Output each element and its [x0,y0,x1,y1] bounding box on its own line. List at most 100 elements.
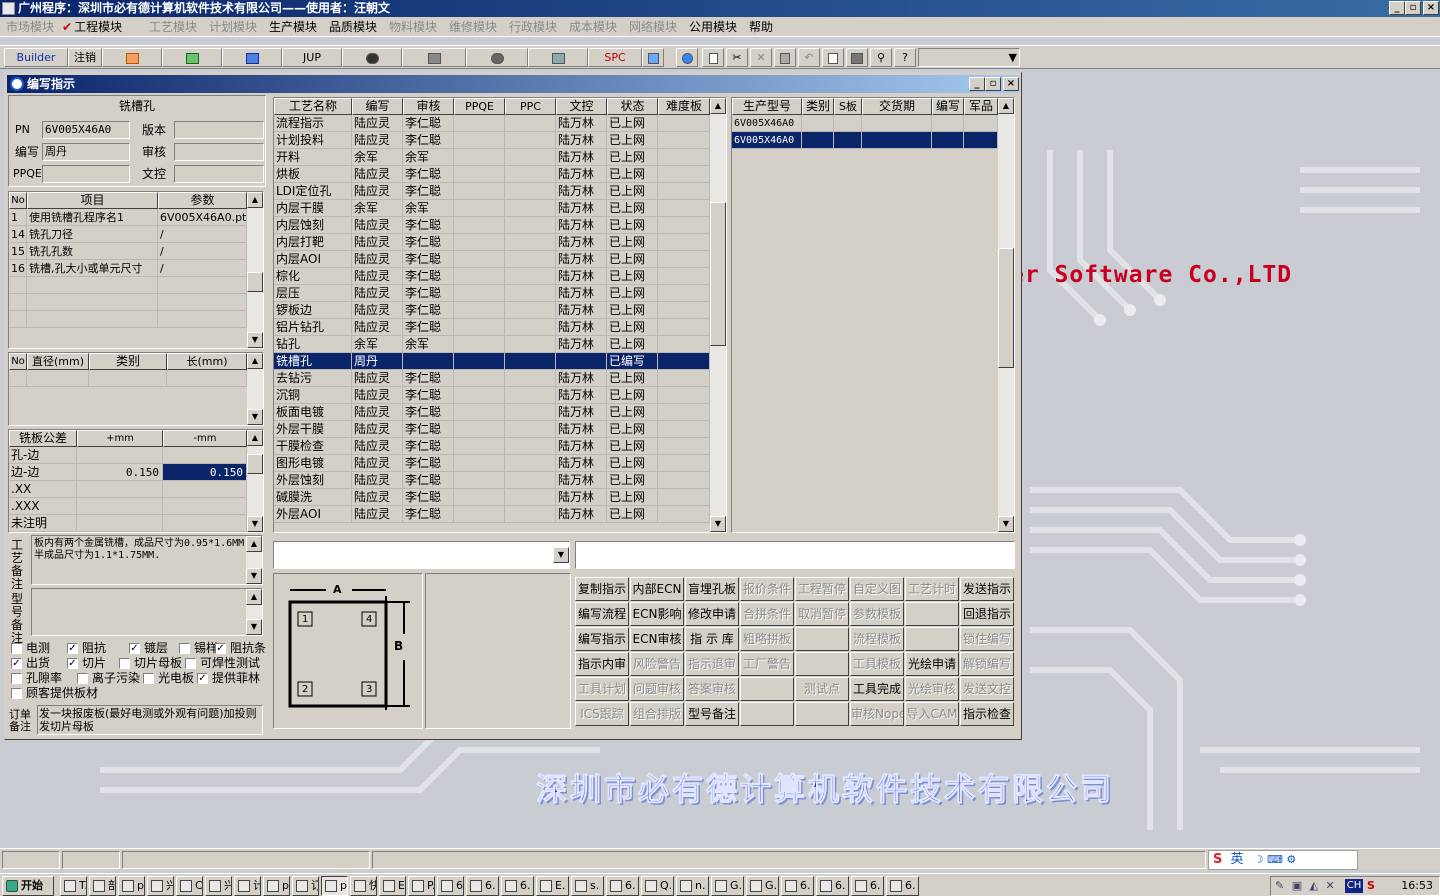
action-button-5-2[interactable]: 型号备注 [685,702,739,726]
action-button-5-5[interactable]: 审核Nope [850,702,904,726]
action-button-5-4[interactable] [795,702,849,726]
action-button-1-1[interactable]: ECN影响 [630,602,684,626]
dia-header-diameter[interactable]: 直径(mm) [27,353,89,370]
table-row[interactable]: 碱膜洗 陆应灵 李仁聪 陆万林 已上网 [274,489,710,506]
dia-header-no[interactable]: No [9,353,27,370]
taskbar-item[interactable]: 6. [466,876,499,896]
table-row[interactable]: 板面电镀 陆应灵 李仁聪 陆万林 已上网 [274,404,710,421]
table-cell[interactable]: 0.150 [163,464,247,481]
table-row[interactable]: 6V005X46A0 [732,115,998,132]
taskbar-item[interactable]: G. [746,876,779,896]
tol-header-plus[interactable]: +mm [77,430,163,447]
table-row[interactable]: 棕化 陆应灵 李仁聪 陆万林 已上网 [274,268,710,285]
scroll-down-icon[interactable]: ▼ [246,619,262,635]
table-row[interactable]: 铣槽孔 周丹 已编写 [274,353,710,370]
action-button-0-6[interactable]: 工艺计时 [905,577,959,601]
taskbar-item[interactable]: 订 [292,876,319,896]
table-row[interactable]: 内层打靶 陆应灵 李仁聪 陆万林 已上网 [274,234,710,251]
model-header-3[interactable]: 交货期 [862,98,932,115]
model-header-4[interactable]: 编写 [932,98,964,115]
table-cell[interactable] [77,498,163,515]
print-button[interactable] [846,48,868,67]
checkbox-1-1[interactable]: ✓ [67,658,78,669]
menu-material[interactable]: 物料模块 [389,19,437,35]
table-row[interactable]: 外层蚀刻 陆应灵 李仁聪 陆万林 已上网 [274,472,710,489]
checkbox-1-3[interactable] [185,658,196,669]
dia-header-length[interactable]: 长(mm) [167,353,247,370]
table-row[interactable]: 去钻污 陆应灵 李仁聪 陆万林 已上网 [274,370,710,387]
preview-button[interactable] [822,48,844,67]
word-button[interactable] [222,48,282,67]
ime-tray-icon[interactable]: S [1367,877,1375,895]
action-button-4-6[interactable]: 光绘审核 [905,677,959,701]
table-row[interactable]: 流程指示 陆应灵 李仁聪 陆万林 已上网 [274,115,710,132]
checkbox-0-2[interactable]: ✓ [129,643,140,654]
action-button-3-2[interactable]: 指示退审 [685,652,739,676]
action-button-0-2[interactable]: 盲埋孔板 [685,577,739,601]
table-row[interactable]: 图形电镀 陆应灵 李仁聪 陆万林 已上网 [274,455,710,472]
review-field[interactable] [174,143,264,161]
action-button-3-6[interactable]: 光绘申请 [905,652,959,676]
taskbar-item[interactable]: 计 [234,876,261,896]
checkbox-0-4[interactable]: ✓ [215,643,226,654]
scroll-thumb[interactable] [998,248,1014,368]
taskbar-item[interactable]: P. [408,876,435,896]
close-button[interactable]: × [1423,1,1439,15]
taskbar-item[interactable]: T. [60,876,87,896]
table-cell[interactable] [163,515,247,532]
table-row[interactable]: 开料 余军 余军 陆万林 已上网 [274,149,710,166]
action-button-5-6[interactable]: 导入CAM [905,702,959,726]
taskbar-item[interactable]: 6. [781,876,814,896]
taskbar-item[interactable]: 6. [851,876,884,896]
process-header-1[interactable]: 编写 [352,98,403,115]
taskbar-item[interactable]: p. [321,876,348,896]
undo-button[interactable]: ↶ [798,48,820,67]
table-row[interactable]: 1 使用铣槽孔程序名1 6V005X46A0.pth [9,209,247,226]
model-header-2[interactable]: S板 [834,98,862,115]
action-button-5-0[interactable]: ICS跟踪 [575,702,629,726]
browser-button[interactable] [676,48,698,67]
checkbox-2-0[interactable] [11,673,22,684]
action-button-1-4[interactable]: 取消暂停 [795,602,849,626]
action-button-0-1[interactable]: 内部ECN [630,577,684,601]
table-row[interactable] [9,370,247,387]
action-button-1-3[interactable]: 合拼条件 [740,602,794,626]
checkbox-0-0[interactable] [11,643,22,654]
table-cell[interactable] [77,447,163,464]
process-combo[interactable]: ▼ [273,541,570,569]
taskbar-item[interactable]: 6. [886,876,919,896]
doc-control-field[interactable] [174,165,264,183]
items-header-item[interactable]: 项目 [27,192,158,209]
checkbox-0-1[interactable]: ✓ [67,643,78,654]
checkbox-1-2[interactable] [119,658,130,669]
taskbar-item[interactable]: E. [536,876,569,896]
action-button-4-4[interactable]: 测试点 [795,677,849,701]
menu-market[interactable]: 市场模块 [6,19,54,35]
toolbar-combo[interactable]: ▼ [918,48,1020,67]
action-button-1-7[interactable]: 回退指示 [960,602,1014,626]
table-row[interactable]: 孔-边 [9,447,247,464]
taskbar-item[interactable]: p. [118,876,145,896]
builder-button[interactable]: Builder [4,48,68,67]
scroll-up-icon[interactable]: ▲ [246,536,262,552]
help-button[interactable]: ? [894,48,916,67]
child-close-button[interactable]: × [1003,77,1019,91]
scroll-thumb[interactable] [710,202,726,346]
scroll-down-icon[interactable]: ▼ [247,516,263,532]
scroll-up-icon[interactable]: ▲ [246,589,262,605]
tray-icons[interactable]: ✎ ▣ ◭ ✕ [1275,877,1337,895]
items-scrollbar[interactable]: ▲ ▼ [247,192,263,348]
menu-help[interactable]: 帮助 [749,19,773,35]
action-button-3-7[interactable]: 解锁编写 [960,652,1014,676]
taskbar-item[interactable]: s. [571,876,604,896]
taskbar-item[interactable]: n. [676,876,709,896]
cut-button[interactable]: ✂ [726,48,748,67]
items-header-no[interactable]: No [9,192,27,209]
action-button-5-1[interactable]: 组合排版 [630,702,684,726]
action-button-1-6[interactable] [905,602,959,626]
taskbar-item[interactable]: G. [711,876,744,896]
child-restore-button[interactable]: ▫ [985,77,1001,91]
view-button[interactable] [342,48,402,67]
action-button-4-3[interactable] [740,677,794,701]
taskbar-item[interactable]: 兴 [205,876,232,896]
